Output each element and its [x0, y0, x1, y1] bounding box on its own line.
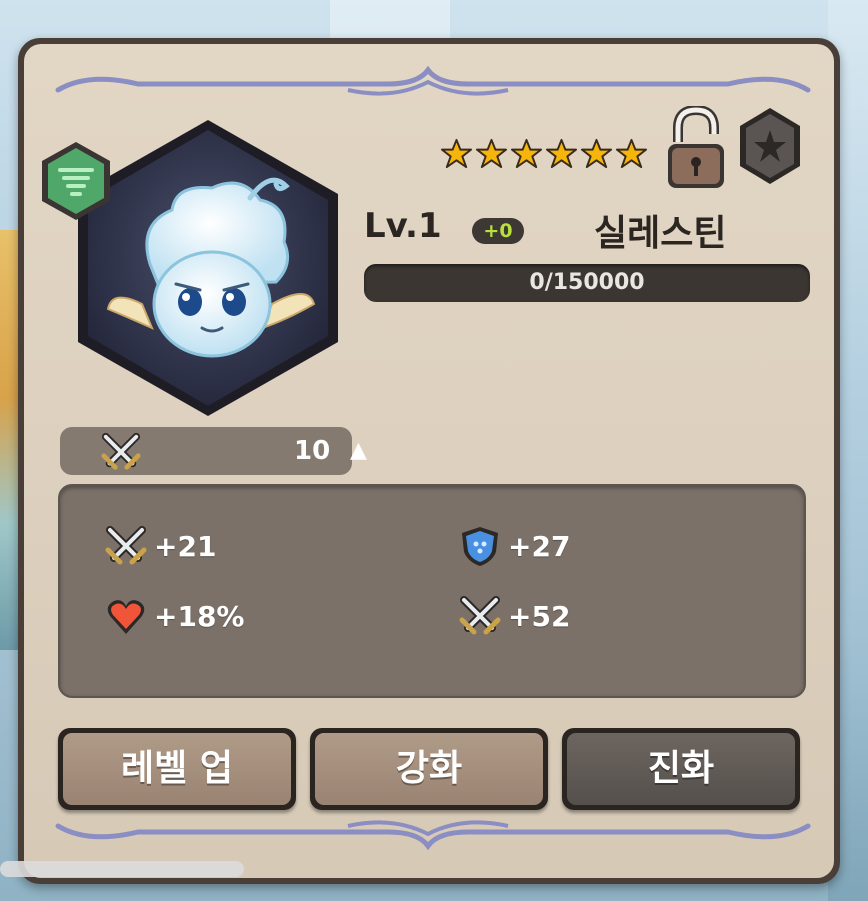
top-ornament — [55, 65, 811, 96]
crossed-swords-icon — [105, 526, 147, 565]
crossed-swords-icon — [101, 432, 141, 470]
stats-box: +21 +27 +18% +52 — [58, 484, 806, 698]
star-icon — [615, 138, 648, 169]
level-up-button[interactable]: 레벨 업 — [58, 728, 296, 810]
evolve-label: 진화 — [567, 733, 795, 805]
star-icon — [510, 138, 543, 169]
character-info-panel: Lv.1 +0 실레스틴 0/150000 10 ▲ +21 +27 +18% … — [18, 38, 840, 884]
character-portrait[interactable] — [72, 114, 344, 424]
panel-body: Lv.1 +0 실레스틴 0/150000 10 ▲ +21 +27 +18% … — [24, 44, 834, 878]
stat-hp: +18% — [104, 594, 244, 638]
blue-shield-icon — [462, 527, 498, 566]
stat-value: +18% — [154, 599, 245, 633]
rank-star-badge-icon[interactable] — [738, 106, 802, 186]
wind-element-icon — [42, 142, 110, 220]
star-rating — [440, 138, 648, 178]
star-icon — [580, 138, 613, 169]
experience-bar: 0/150000 — [364, 264, 810, 302]
background-scenery-left — [0, 230, 20, 650]
evolve-button[interactable]: 진화 — [562, 728, 800, 810]
horizontal-scrollbar[interactable] — [0, 861, 244, 877]
bottom-ornament — [55, 820, 811, 851]
enhance-label: 강화 — [315, 733, 543, 805]
stat-value: +27 — [508, 529, 571, 563]
experience-text: 0/150000 — [529, 270, 645, 295]
up-arrow-icon: ▲ — [350, 438, 367, 463]
star-icon — [475, 138, 508, 169]
heart-icon — [107, 600, 145, 634]
character-name: 실레스틴 — [594, 213, 727, 254]
level-up-label: 레벨 업 — [63, 733, 291, 805]
stat-value: +52 — [508, 599, 571, 633]
star-icon — [440, 138, 473, 169]
enhance-button[interactable]: 강화 — [310, 728, 548, 810]
star-icon — [545, 138, 578, 169]
combat-power-value: 10 — [294, 436, 331, 466]
crossed-swords-icon — [459, 596, 501, 635]
level-bonus-badge: +0 — [472, 218, 524, 244]
combat-power-row[interactable]: 10 ▲ — [60, 427, 367, 475]
stat-value: +21 — [154, 529, 217, 563]
stat-defense: +27 — [458, 524, 570, 568]
background-pillar — [330, 0, 450, 38]
level-label: Lv.1 — [364, 206, 442, 246]
stat-attack: +21 — [104, 524, 216, 568]
stat-attack-2: +52 — [458, 594, 570, 638]
unlocked-padlock-icon[interactable] — [664, 106, 728, 192]
